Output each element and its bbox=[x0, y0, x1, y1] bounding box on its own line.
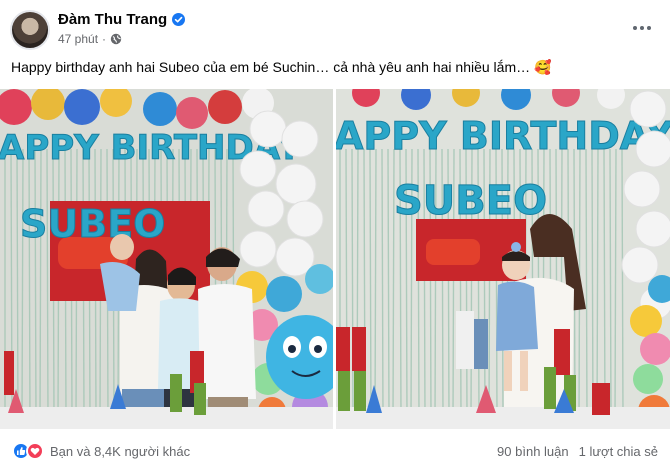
post-meta: 47 phút · bbox=[58, 32, 122, 46]
author-row: Đàm Thu Trang bbox=[58, 11, 186, 28]
reactions-summary[interactable]: Bạn và 8,4K người khác bbox=[12, 442, 190, 460]
author-name[interactable]: Đàm Thu Trang bbox=[58, 11, 167, 28]
birthday-banner-text: APPY BIRTHDAY bbox=[336, 114, 670, 158]
love-reaction-icon bbox=[26, 442, 44, 460]
photo-grid: APPY BIRTHDAY SUBEO APPY BIRTHDAY SUBEO bbox=[0, 89, 670, 429]
name-balloon-text: SUBEO bbox=[394, 178, 547, 224]
more-dot-icon bbox=[640, 26, 644, 30]
reactions-count-text: Bạn và 8,4K người khác bbox=[50, 443, 191, 459]
photo-right[interactable]: APPY BIRTHDAY SUBEO bbox=[336, 89, 670, 429]
name-balloon-text: SUBEO bbox=[20, 202, 165, 246]
author-avatar[interactable] bbox=[10, 10, 50, 50]
comments-count-link[interactable]: 90 bình luận bbox=[497, 444, 569, 459]
meta-separator: · bbox=[102, 32, 107, 46]
post-timestamp[interactable]: 47 phút bbox=[58, 32, 98, 46]
photo-left[interactable]: APPY BIRTHDAY SUBEO bbox=[0, 89, 333, 429]
more-dot-icon bbox=[633, 26, 637, 30]
globe-icon bbox=[110, 33, 122, 45]
post-footer: Bạn và 8,4K người khác 90 bình luận 1 lư… bbox=[0, 432, 670, 472]
shares-count-link[interactable]: 1 lượt chia sẻ bbox=[579, 444, 658, 459]
more-options-button[interactable] bbox=[628, 14, 656, 42]
post-caption: Happy birthday anh hai Subeo của em bé S… bbox=[11, 59, 552, 75]
post-stats: 90 bình luận 1 lượt chia sẻ bbox=[497, 444, 658, 459]
verified-badge-icon bbox=[172, 13, 186, 26]
post-header: Đàm Thu Trang 47 phút · bbox=[0, 0, 670, 56]
more-dot-icon bbox=[647, 26, 651, 30]
